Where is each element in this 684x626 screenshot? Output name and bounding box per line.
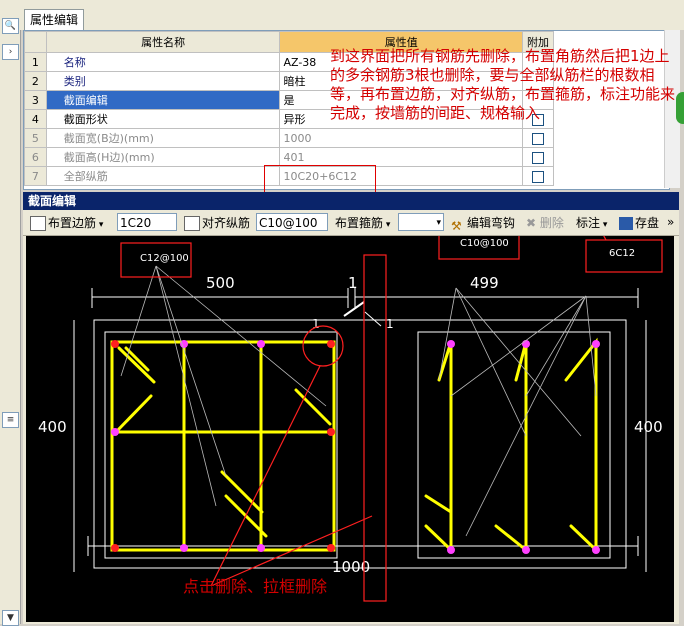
side-bar[interactable]	[447, 340, 455, 348]
left-panel-strip: 🔍 › ≡ ▼	[0, 8, 21, 626]
chevron-down-icon: ▾	[436, 218, 441, 228]
outer-outline	[93, 319, 627, 569]
left-outline	[104, 331, 338, 559]
leader-line	[155, 265, 327, 407]
editor-toolbar: 布置边筋 ▾ 1C20 对齐纵筋 C10@100 布置箍筋 ▾ ▾ ⚒ 编辑弯钩 …	[23, 210, 679, 236]
editor-title: 截面编辑	[23, 192, 679, 210]
corner-bar[interactable]	[327, 340, 335, 348]
right-outline	[417, 331, 611, 559]
chevron-right-icon[interactable]: ›	[2, 44, 19, 60]
side-bar-icon	[30, 216, 46, 231]
stirrup-spec-input[interactable]: C10@100	[256, 213, 328, 231]
add-cell	[522, 128, 554, 148]
edit-hook-button[interactable]: ⚒ 编辑弯钩	[448, 213, 518, 233]
dim-height-right: 400	[634, 418, 663, 436]
highlight-box	[264, 165, 376, 195]
stirrup-type-select[interactable]: ▾	[398, 213, 444, 231]
row-value[interactable]: 401	[279, 147, 524, 167]
row-label: 类别	[63, 75, 86, 88]
add-checkbox[interactable]	[532, 151, 545, 164]
hook-icon: ⚒	[451, 219, 462, 233]
scroll-grip-icon[interactable]: ≡	[2, 412, 19, 428]
add-cell	[522, 147, 554, 167]
arrow-line	[603, 236, 607, 241]
column-header-name: 属性名称	[45, 31, 281, 53]
section-outline	[93, 319, 627, 569]
add-cell	[522, 166, 554, 186]
highlight-box	[363, 254, 387, 602]
arrange-side-bar-button[interactable]: 布置边筋 ▾	[27, 213, 106, 233]
dim-right-width: 499	[470, 274, 499, 292]
tie-bar	[424, 341, 453, 515]
section-drawing-canvas[interactable]: C12@100 C10@100 6C12 500 499 1 1 1 400 4…	[26, 236, 674, 622]
add-checkbox[interactable]	[532, 170, 545, 183]
gap-tick	[343, 301, 365, 317]
gap-leader	[364, 311, 382, 327]
chevron-down-icon: ▾	[96, 220, 104, 230]
align-icon	[184, 216, 200, 231]
stirrup-label-right: C10@100	[460, 238, 509, 249]
table-row[interactable]: 5 截面宽(B边)(mm) 1000	[24, 128, 554, 148]
leader-line	[455, 287, 582, 437]
toolbar-overflow-icon[interactable]: »	[667, 213, 674, 231]
side-bar[interactable]	[257, 340, 265, 348]
side-bar-spec-input[interactable]: 1C20	[117, 213, 177, 231]
row-label: 全部纵筋	[63, 170, 108, 183]
leader-line	[438, 287, 457, 381]
section-editor-window: 截面编辑 布置边筋 ▾ 1C20 对齐纵筋 C10@100 布置箍筋 ▾ ▾ ⚒…	[23, 192, 679, 624]
row-label: 截面高(H边)(mm)	[63, 151, 155, 164]
side-bar[interactable]	[257, 544, 265, 552]
delete-icon: ✖	[526, 216, 537, 230]
side-bar[interactable]	[111, 428, 119, 436]
corner-header	[24, 31, 47, 53]
leader-line	[155, 265, 217, 507]
tab-bar	[20, 8, 684, 30]
side-bar[interactable]	[592, 546, 600, 554]
stirrup-label-left: C12@100	[140, 253, 189, 264]
row-label: 截面编辑	[63, 94, 108, 107]
arrange-stirrup-button[interactable]: 布置箍筋 ▾	[332, 213, 393, 233]
dimension-lines	[73, 288, 647, 572]
delete-hint-note: 点击删除、拉框删除	[183, 577, 328, 596]
side-bar[interactable]	[522, 546, 530, 554]
corner-bar[interactable]	[327, 544, 335, 552]
chevron-down-icon: ▾	[383, 220, 391, 230]
side-bar[interactable]	[522, 340, 530, 348]
tie-hook	[424, 510, 453, 554]
row-label: 截面宽(B边)(mm)	[63, 132, 154, 145]
dim-gap: 1	[348, 274, 358, 292]
disk-icon	[619, 217, 633, 230]
corner-bar[interactable]	[111, 544, 119, 552]
tie-bar	[564, 337, 598, 554]
dim-left-width: 500	[206, 274, 235, 292]
dim-gap-right: 1	[386, 317, 394, 331]
hook	[114, 394, 153, 434]
dim-height-left: 400	[38, 418, 67, 436]
leader-line	[455, 287, 527, 437]
chevron-down-icon: ▾	[600, 220, 608, 230]
tab-property-edit[interactable]: 属性编辑	[24, 9, 84, 30]
save-button[interactable]: 存盘	[616, 213, 662, 233]
corner-bar[interactable]	[327, 428, 335, 436]
corner-bar[interactable]	[111, 340, 119, 348]
bar-label-right: 6C12	[609, 248, 635, 259]
side-bar[interactable]	[592, 340, 600, 348]
search-icon[interactable]: 🔍	[2, 18, 19, 34]
row-label: 截面形状	[63, 113, 108, 126]
delete-button[interactable]: ✖ 删除	[523, 213, 567, 233]
add-checkbox[interactable]	[532, 132, 545, 145]
row-label: 名称	[63, 56, 86, 69]
leader-line	[525, 295, 587, 397]
table-row[interactable]: 6 截面高(H边)(mm) 401	[24, 147, 554, 167]
instruction-note: 到这界面把所有钢筋先删除，布置角筋然后把1边上的多余钢筋3根也删除，要与全部纵筋…	[330, 47, 676, 122]
rebar-stirrups	[110, 337, 598, 554]
align-bars-button[interactable]: 对齐纵筋	[181, 213, 253, 233]
annotate-button[interactable]: 标注 ▾	[573, 213, 610, 233]
row-value[interactable]: 1000	[279, 128, 524, 148]
side-bar[interactable]	[180, 544, 188, 552]
hook	[220, 470, 264, 514]
green-side-button[interactable]	[676, 92, 684, 124]
side-bar[interactable]	[447, 546, 455, 554]
